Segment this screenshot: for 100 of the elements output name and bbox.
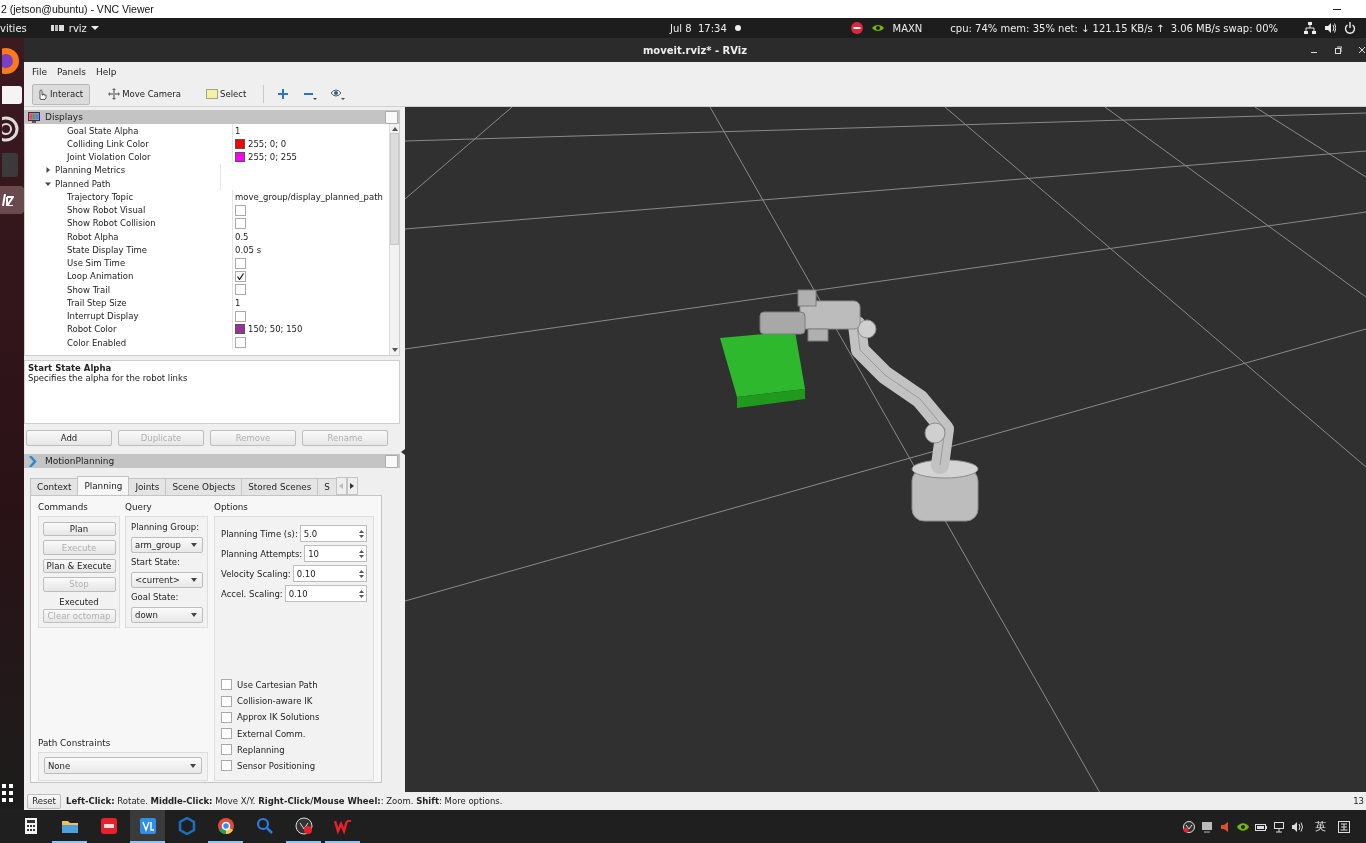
status-hint: Left-Click: Rotate. Middle-Click: Move X/Y. Right-Click/Mouse Wheel:: Zoom. Shift: More options. — [66, 796, 503, 806]
scrollbar[interactable] — [389, 124, 399, 355]
power-mode[interactable]: MAXN — [892, 22, 923, 34]
property-name: Interrupt Display — [67, 311, 139, 322]
expanded-arrow-icon[interactable] — [45, 180, 51, 187]
taskbar-button[interactable] — [130, 810, 165, 843]
checkbox[interactable] — [221, 711, 232, 723]
input-method-indicator[interactable]: 英 — [1315, 819, 1326, 834]
command-button[interactable]: Plan — [42, 522, 116, 537]
app-menu[interactable]: rviz — [68, 22, 87, 34]
property-name: Planned Path — [55, 178, 111, 189]
property-value[interactable]: 0.05 s — [235, 244, 262, 255]
spin-box[interactable]: 0.10 — [292, 565, 367, 582]
color-swatch[interactable] — [235, 324, 245, 335]
tab[interactable]: Planning — [77, 476, 130, 495]
tool-button[interactable]: Move Camera — [104, 83, 189, 105]
menu-item[interactable]: Panels — [57, 67, 87, 77]
checkbox[interactable] — [221, 744, 232, 756]
dock-item[interactable] — [0, 84, 24, 106]
spin-box[interactable]: 10 — [304, 545, 367, 562]
tab[interactable]: Stored Scenes — [241, 478, 319, 495]
property-value[interactable]: 255; 0; 255 — [248, 152, 297, 163]
menu-item[interactable]: Help — [96, 67, 117, 77]
3d-viewport[interactable] — [405, 107, 1366, 793]
chrome-icon[interactable] — [216, 816, 235, 835]
property-value[interactable]: 1 — [235, 125, 241, 136]
close-icon[interactable] — [1358, 46, 1366, 54]
command-button[interactable]: Plan & Execute — [42, 558, 116, 574]
spin-box[interactable]: 0.10 — [284, 585, 367, 602]
reset-button[interactable]: Reset — [27, 793, 61, 809]
activities-button[interactable]: vities — [0, 22, 27, 34]
checkbox[interactable] — [235, 257, 246, 269]
checkbox-label: Approx IK Solutions — [237, 712, 320, 723]
recorder-icon[interactable] — [294, 816, 313, 835]
restore-icon[interactable] — [1334, 46, 1342, 54]
property-value[interactable]: 255; 0; 0 — [248, 138, 287, 149]
dropdown[interactable]: down — [131, 606, 203, 623]
spin-arrows-icon — [359, 568, 364, 579]
move-arrows-icon — [108, 88, 121, 100]
checkbox[interactable] — [235, 204, 246, 216]
menu-item[interactable]: File — [32, 67, 48, 77]
spin-arrows-icon — [359, 588, 364, 599]
code-editor-icon[interactable] — [138, 816, 157, 835]
dropdown[interactable]: arm_group — [131, 536, 203, 553]
network-icon[interactable] — [1273, 820, 1285, 833]
color-swatch[interactable] — [235, 152, 245, 163]
tab[interactable]: Joints — [128, 478, 167, 495]
checkbox[interactable] — [221, 679, 232, 691]
keyboard-layout-icon[interactable] — [1338, 820, 1350, 833]
property-name: Show Robot Collision — [67, 218, 156, 229]
left-arrow-icon — [339, 483, 344, 489]
property-name: Show Trail — [67, 284, 110, 295]
network-icon[interactable] — [1304, 22, 1316, 34]
tool-button[interactable]: Interact — [32, 83, 91, 105]
power-icon[interactable] — [1344, 22, 1356, 34]
volume-icon[interactable] — [1324, 22, 1336, 34]
stop-icon[interactable] — [850, 22, 863, 34]
checkbox[interactable] — [235, 270, 246, 282]
collapsed-arrow-icon[interactable] — [45, 167, 51, 174]
collapse-arrow-icon[interactable] — [400, 449, 405, 455]
speaker-icon[interactable] — [1219, 820, 1231, 833]
app-tile-icon[interactable] — [99, 816, 118, 835]
group-title: Options — [214, 502, 249, 514]
dropdown[interactable]: <current> — [131, 571, 203, 588]
dock-item[interactable] — [0, 186, 24, 214]
caret-icon — [90, 25, 99, 31]
dropdown[interactable]: None — [44, 757, 202, 774]
color-swatch[interactable] — [235, 138, 245, 149]
checkbox[interactable] — [235, 310, 246, 322]
checkbox[interactable] — [221, 728, 232, 740]
field-label: Planning Attempts: — [221, 548, 303, 559]
clock[interactable]: Jul 8 17:34 — [670, 22, 727, 34]
window-title: moveit.rviz* - RViz — [24, 38, 1366, 62]
tab-scroll-right-button[interactable] — [346, 477, 358, 495]
recorder-icon[interactable] — [1183, 820, 1195, 833]
checkbox[interactable] — [235, 284, 246, 296]
property-value[interactable]: 0.5 — [235, 231, 249, 242]
tab[interactable]: S — [317, 478, 337, 495]
property-value[interactable]: move_group/display_planned_path — [235, 191, 383, 202]
property-value[interactable]: 150; 50; 150 — [248, 324, 303, 335]
nvidia-icon[interactable] — [1237, 820, 1249, 833]
checkbox[interactable] — [221, 695, 232, 707]
monitor-icon[interactable] — [1201, 820, 1213, 833]
property-name: Goal State Alpha — [67, 125, 139, 136]
chevron-icon — [28, 455, 40, 467]
property-value[interactable]: 1 — [235, 297, 241, 308]
checkbox[interactable] — [221, 760, 232, 772]
spin-box[interactable]: 5.0 — [299, 525, 367, 542]
system-monitor[interactable]: cpu: 74% mem: 35% net: ↓ 121.15 KB/s ↑ 3.06 MB/s swap: 00% — [950, 22, 1278, 34]
checkbox[interactable] — [235, 217, 246, 229]
checkbox[interactable] — [235, 337, 246, 349]
hexagon-ring-icon[interactable] — [177, 816, 196, 835]
volume-icon[interactable] — [1291, 820, 1303, 833]
tab[interactable]: Context — [30, 478, 79, 495]
magnifier-icon[interactable] — [255, 816, 274, 835]
panel-button[interactable]: Add — [26, 430, 112, 446]
tool-button[interactable]: Select — [202, 83, 254, 105]
tab[interactable]: Scene Objects — [165, 478, 243, 495]
app-logo-icon — [50, 24, 65, 32]
nvidia-icon — [870, 23, 885, 33]
